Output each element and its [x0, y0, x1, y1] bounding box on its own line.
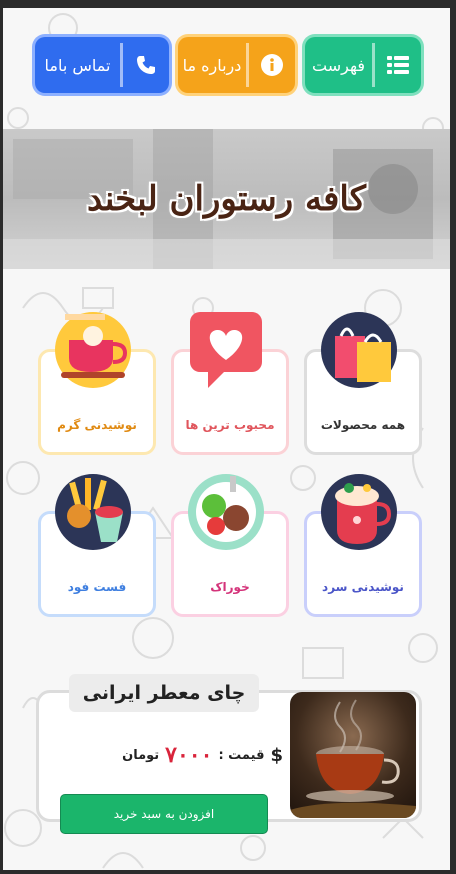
dollar-icon: $: [270, 744, 283, 766]
hot-drink-icon: [55, 310, 133, 388]
list-icon: [375, 37, 421, 93]
cold-drink-icon: [321, 472, 399, 550]
info-icon: [249, 37, 295, 93]
contact-label: تماس باما: [44, 55, 111, 75]
hero-banner: کافه رستوران لبخند: [3, 129, 450, 269]
category-most-popular[interactable]: محبوب ترین ها: [171, 312, 289, 455]
menu-label: فهرست: [312, 55, 365, 75]
category-cold-drinks[interactable]: نوشیدنی سرد: [304, 474, 422, 617]
heart-bubble-icon: [190, 310, 266, 388]
fast-food-icon: [55, 472, 133, 550]
contact-separator: [120, 43, 123, 87]
category-all-products[interactable]: همه محصولات: [304, 312, 422, 455]
contact-button[interactable]: تماس باما: [35, 37, 169, 93]
add-to-cart-button[interactable]: افزودن به سبد خرید: [60, 794, 268, 834]
price-label: قیمت :: [218, 747, 265, 763]
product-title: چای معطر ایرانی: [69, 674, 259, 712]
category-label: خوراک: [210, 580, 250, 594]
category-label: محبوب ترین ها: [185, 418, 275, 432]
menu-separator: [372, 43, 375, 87]
food-plate-icon: [188, 472, 266, 550]
price-value: ۷۰۰۰: [165, 742, 213, 768]
about-label: درباره ما: [182, 55, 242, 75]
about-button[interactable]: درباره ما: [178, 37, 295, 93]
category-label: همه محصولات: [320, 418, 406, 432]
category-hot-drinks[interactable]: نوشیدنی گرم: [38, 312, 156, 455]
shopping-bags-icon: [321, 310, 399, 388]
category-label: نوشیدنی گرم: [57, 418, 137, 432]
app-frame: فهرست درباره ما تماس باما کافه رستوران ل…: [3, 8, 450, 870]
category-label: نوشیدنی سرد: [322, 580, 404, 594]
tea-cup-image: [290, 692, 416, 818]
price-row: $ قیمت : ۷۰۰۰ تومان: [83, 740, 283, 770]
hero-title: کافه رستوران لبخند: [87, 179, 366, 219]
category-fast-food[interactable]: فست فود: [38, 474, 156, 617]
menu-button[interactable]: فهرست: [305, 37, 421, 93]
category-label: فست فود: [67, 580, 127, 594]
category-food[interactable]: خوراک: [171, 474, 289, 617]
top-nav: فهرست درباره ما تماس باما: [3, 37, 450, 95]
currency-label: تومان: [122, 747, 160, 763]
phone-icon: [123, 37, 169, 93]
about-separator: [246, 43, 249, 87]
